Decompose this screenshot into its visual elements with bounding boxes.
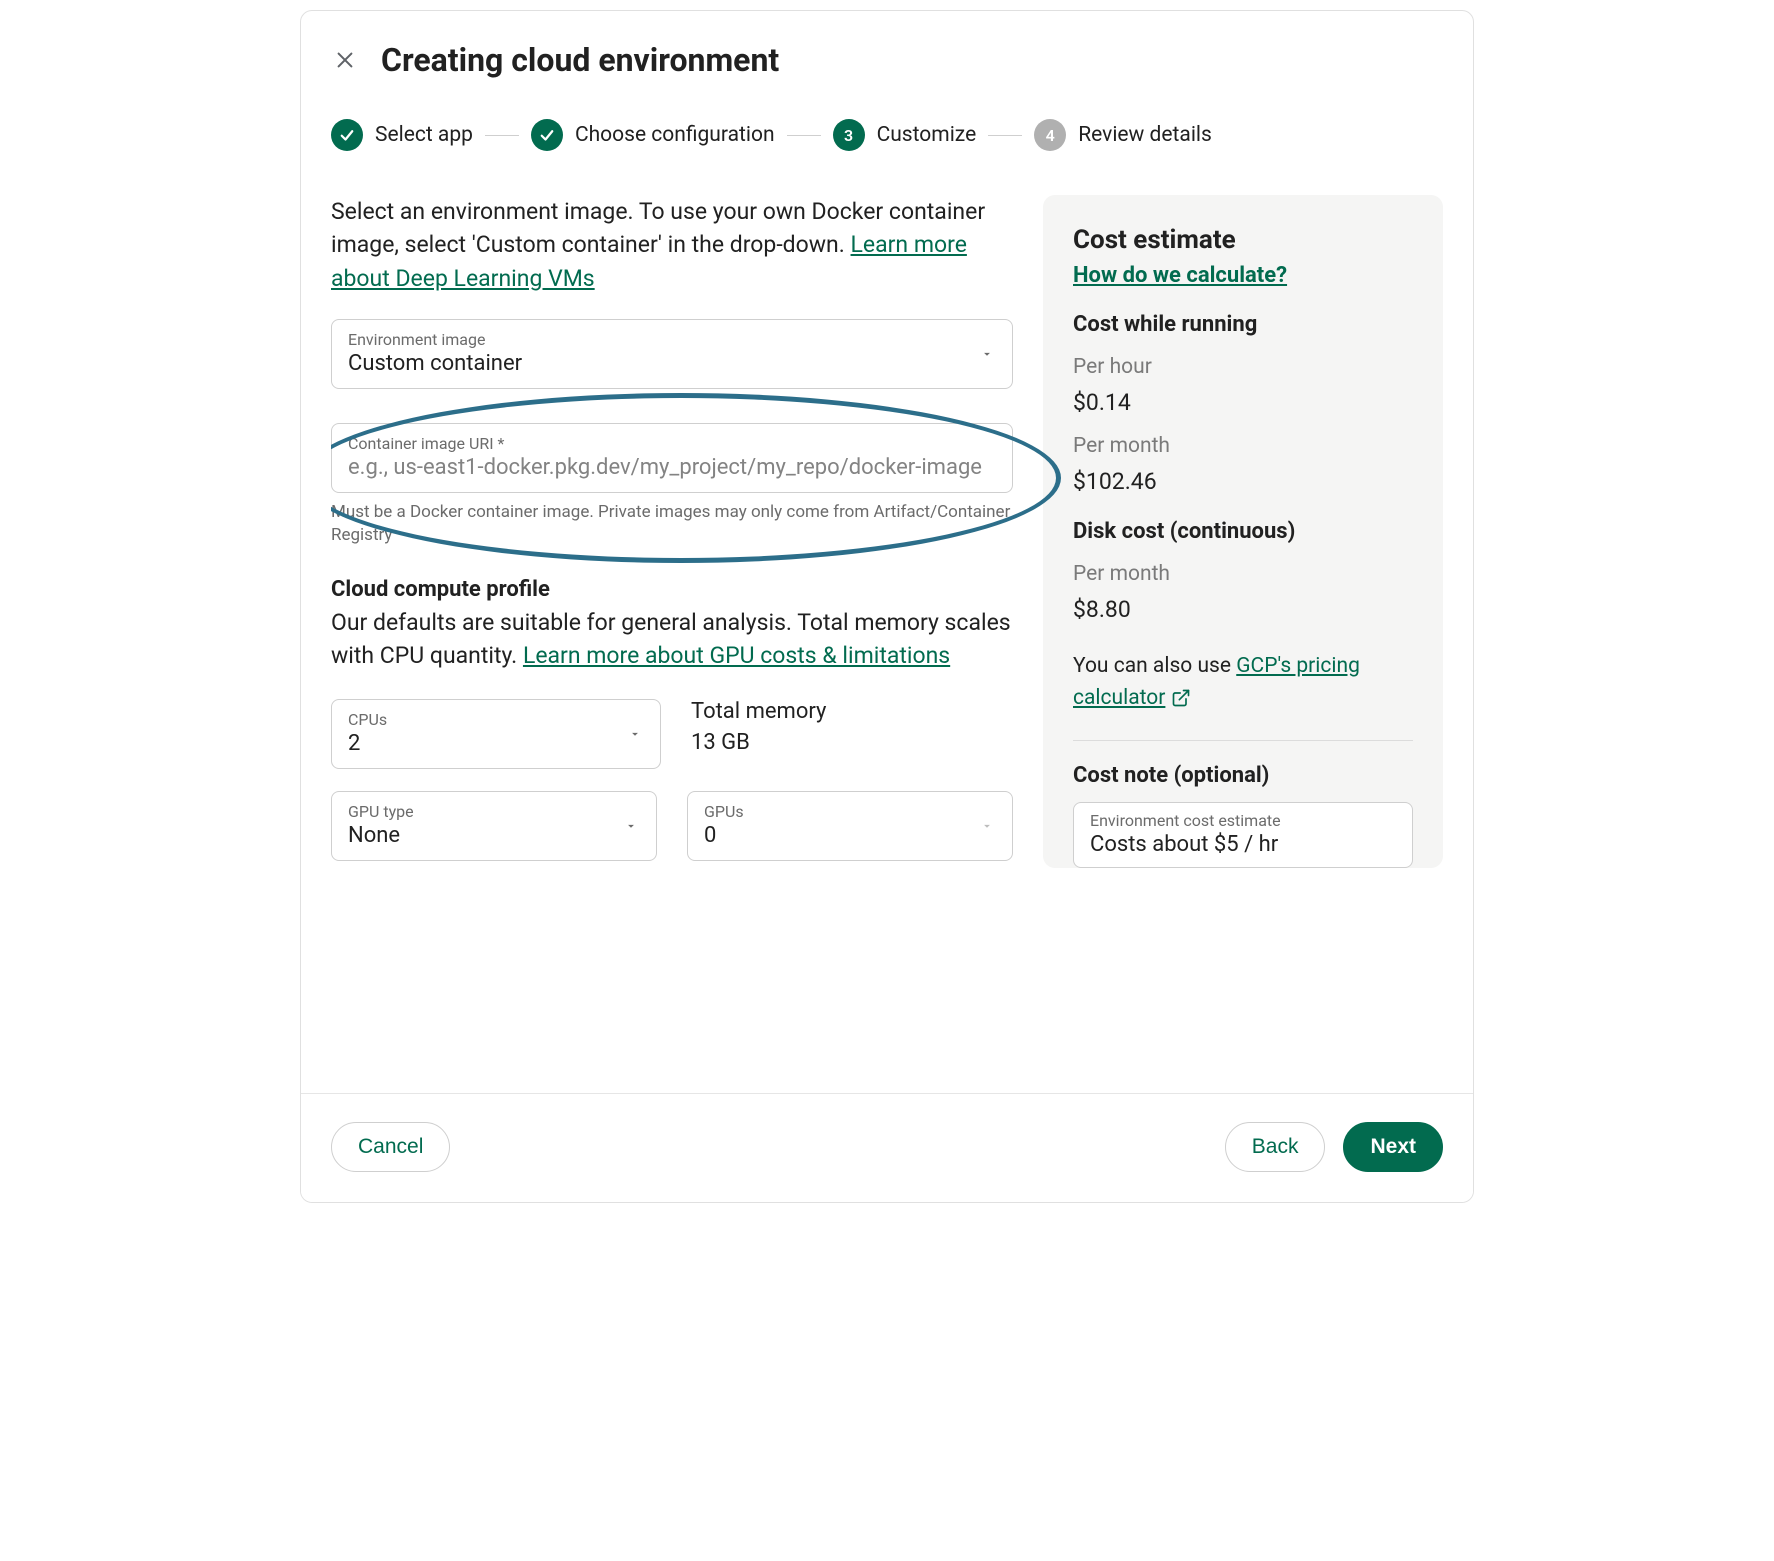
step-2-label: Choose configuration <box>575 123 775 147</box>
step-separator <box>787 135 821 136</box>
total-memory-label: Total memory <box>691 699 826 724</box>
cost-note-field-label: Environment cost estimate <box>1090 811 1396 830</box>
step-4-label: Review details <box>1078 123 1212 147</box>
cost-note-heading: Cost note (optional) <box>1073 763 1413 788</box>
divider <box>1073 740 1413 741</box>
disk-per-month-label: Per month <box>1073 562 1413 586</box>
next-button[interactable]: Next <box>1343 1122 1443 1172</box>
pricing-note: You can also use GCP's pricing calculato… <box>1073 651 1413 714</box>
container-image-uri-label: Container image URI * <box>348 434 996 453</box>
disk-per-month-value: $8.80 <box>1073 596 1413 623</box>
cost-while-running-heading: Cost while running <box>1073 312 1413 337</box>
step-separator <box>988 135 1022 136</box>
gpu-type-select[interactable]: GPU type None <box>331 791 657 861</box>
cancel-button[interactable]: Cancel <box>331 1122 450 1172</box>
cost-note-value: Costs about $5 / hr <box>1090 832 1396 857</box>
gpu-learn-more-link[interactable]: Learn more about GPU costs & limitations <box>523 642 950 669</box>
compute-profile-subtext: Our defaults are suitable for general an… <box>331 606 1013 673</box>
container-image-uri-placeholder: e.g., us-east1-docker.pkg.dev/my_project… <box>348 455 996 480</box>
pricing-note-a: You can also use <box>1073 654 1236 678</box>
modal-footer: Cancel Back Next <box>301 1093 1473 1202</box>
cost-estimate-title: Cost estimate <box>1073 225 1413 255</box>
environment-image-select[interactable]: Environment image Custom container <box>331 319 1013 389</box>
step-1-label: Select app <box>375 123 473 147</box>
cost-note-input[interactable]: Environment cost estimate Costs about $5… <box>1073 802 1413 868</box>
modal-title: Creating cloud environment <box>381 41 779 79</box>
stepper: Select app Choose configuration 3 Custom… <box>331 119 1443 151</box>
gpu-type-label: GPU type <box>348 802 640 821</box>
cpus-label: CPUs <box>348 710 644 729</box>
total-memory-value: 13 GB <box>691 730 826 755</box>
close-icon[interactable] <box>331 46 359 74</box>
environment-image-value: Custom container <box>348 351 996 376</box>
per-month-value: $102.46 <box>1073 468 1413 495</box>
step-4-number: 4 <box>1034 119 1066 151</box>
disk-cost-heading: Disk cost (continuous) <box>1073 519 1413 544</box>
container-image-uri-help: Must be a Docker container image. Privat… <box>331 501 1013 547</box>
step-2-check-icon <box>531 119 563 151</box>
cpus-select[interactable]: CPUs 2 <box>331 699 661 769</box>
per-month-label: Per month <box>1073 434 1413 458</box>
step-1-check-icon <box>331 119 363 151</box>
how-calculate-link[interactable]: How do we calculate? <box>1073 263 1287 288</box>
cost-estimate-panel: Cost estimate How do we calculate? Cost … <box>1043 195 1443 868</box>
gpus-select[interactable]: GPUs 0 <box>687 791 1013 861</box>
per-hour-label: Per hour <box>1073 355 1413 379</box>
compute-profile-heading: Cloud compute profile <box>331 577 1013 602</box>
container-image-uri-input[interactable]: Container image URI * e.g., us-east1-doc… <box>331 423 1013 493</box>
gpus-value: 0 <box>704 823 996 848</box>
back-button[interactable]: Back <box>1225 1122 1326 1172</box>
intro-text: Select an environment image. To use your… <box>331 195 1013 295</box>
gpus-label: GPUs <box>704 802 996 821</box>
step-3-number: 3 <box>833 119 865 151</box>
environment-image-label: Environment image <box>348 330 996 349</box>
step-separator <box>485 135 519 136</box>
per-hour-value: $0.14 <box>1073 389 1413 416</box>
external-link-icon <box>1171 688 1191 708</box>
cpus-value: 2 <box>348 731 644 756</box>
gpu-type-value: None <box>348 823 640 848</box>
step-3-label: Customize <box>877 123 977 147</box>
